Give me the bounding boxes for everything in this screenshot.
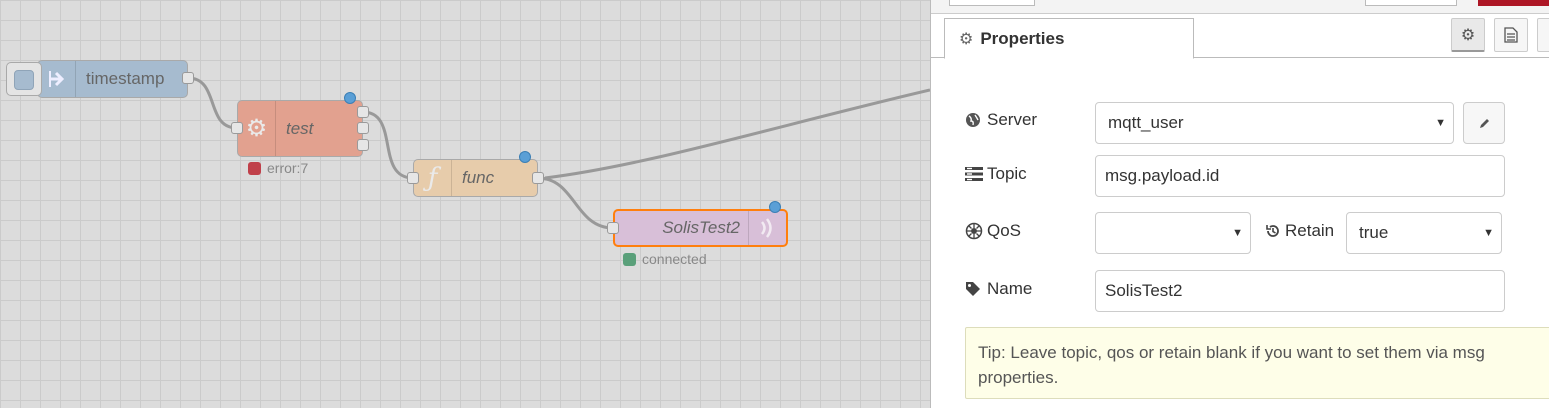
history-icon xyxy=(1265,223,1283,239)
globe-icon xyxy=(965,112,985,128)
node-timestamp[interactable]: timestamp xyxy=(37,60,188,98)
wire-func-offscreen[interactable] xyxy=(544,88,930,180)
server-label-text: Server xyxy=(987,110,1038,129)
output-port[interactable] xyxy=(182,72,194,84)
node-solistest2[interactable]: SolisTest2 xyxy=(613,209,788,247)
description-tab-button[interactable] xyxy=(1494,18,1528,52)
node-status: connected xyxy=(623,251,707,267)
output-port-1[interactable] xyxy=(357,106,369,118)
inject-arrow-icon xyxy=(38,61,76,97)
tab-properties[interactable]: ⚙ Properties xyxy=(944,18,1194,59)
settings-tab-button[interactable]: ⚙ xyxy=(1451,18,1485,52)
node-label: func xyxy=(462,168,495,187)
inject-button[interactable] xyxy=(6,62,42,96)
function-icon: ƒ xyxy=(414,160,452,196)
toolbar-button[interactable] xyxy=(1365,0,1457,6)
input-port[interactable] xyxy=(407,172,419,184)
tasks-icon xyxy=(965,166,985,182)
name-label-text: Name xyxy=(987,279,1033,298)
tab-label: Properties xyxy=(980,28,1065,48)
server-select[interactable]: mqtt_user ▼ xyxy=(1095,102,1454,144)
qos-value xyxy=(1095,212,1251,254)
topic-label-text: Topic xyxy=(987,164,1027,183)
changed-indicator xyxy=(519,151,531,163)
retain-label-text: Retain xyxy=(1285,221,1335,240)
input-port[interactable] xyxy=(231,122,243,134)
node-label: test xyxy=(286,118,314,138)
gear-icon: ⚙ xyxy=(1460,26,1476,44)
wire-timestamp-test[interactable] xyxy=(187,76,238,130)
status-text: connected xyxy=(642,251,707,267)
gear-icon: ⚙ xyxy=(959,30,974,48)
node-status: error:7 xyxy=(248,160,308,176)
wire-func-solis[interactable] xyxy=(537,176,614,230)
mqtt-out-icon xyxy=(748,211,786,245)
output-port-3[interactable] xyxy=(357,139,369,151)
pencil-icon xyxy=(1479,118,1489,128)
node-test[interactable]: ⚙ test xyxy=(237,100,363,157)
server-label: Server xyxy=(965,110,1037,130)
edit-dialog: ⚙ Properties ⚙ ▯ Server mqtt_user ▼ Topi… xyxy=(930,0,1549,408)
topic-label: Topic xyxy=(965,164,1027,184)
node-func[interactable]: ƒ func xyxy=(413,159,538,197)
tag-icon xyxy=(965,281,985,297)
flow-workspace[interactable]: timestamp ⚙ test error:7 ƒ func SolisTes… xyxy=(0,0,930,408)
appearance-tab-button[interactable]: ▯ xyxy=(1537,18,1549,52)
name-input[interactable]: SolisTest2 xyxy=(1095,270,1505,312)
status-connected-dot xyxy=(623,252,636,266)
input-port[interactable] xyxy=(607,222,619,234)
toolbar-done-button[interactable] xyxy=(1478,0,1549,6)
topic-input[interactable]: msg.payload.id xyxy=(1095,155,1505,197)
status-text: error:7 xyxy=(267,160,309,176)
qos-label: QoS xyxy=(965,221,1021,241)
changed-indicator xyxy=(769,201,781,213)
output-port-2[interactable] xyxy=(357,122,369,134)
tip-box: Tip: Leave topic, qos or retain blank if… xyxy=(965,327,1549,399)
document-icon xyxy=(1504,27,1518,43)
qos-select[interactable]: ▼ xyxy=(1095,212,1251,254)
node-label: SolisTest2 xyxy=(662,218,740,237)
name-label: Name xyxy=(965,279,1032,299)
toolbar-button[interactable] xyxy=(949,0,1035,6)
output-port[interactable] xyxy=(532,172,544,184)
dialog-tabs: ⚙ Properties ⚙ ▯ xyxy=(931,14,1549,59)
wire-test-func[interactable] xyxy=(362,110,414,180)
empire-icon xyxy=(965,222,985,240)
server-value: mqtt_user xyxy=(1095,102,1454,144)
edit-server-button[interactable] xyxy=(1463,102,1505,144)
retain-value: true xyxy=(1346,212,1502,254)
status-error-dot xyxy=(248,161,261,175)
node-label: timestamp xyxy=(86,69,165,88)
changed-indicator xyxy=(344,92,356,104)
retain-label: Retain xyxy=(1265,221,1334,241)
qos-label-text: QoS xyxy=(987,221,1022,240)
retain-select[interactable]: true ▼ xyxy=(1346,212,1502,254)
dialog-toolbar xyxy=(931,0,1549,14)
gear-icon: ⚙ xyxy=(238,101,276,156)
